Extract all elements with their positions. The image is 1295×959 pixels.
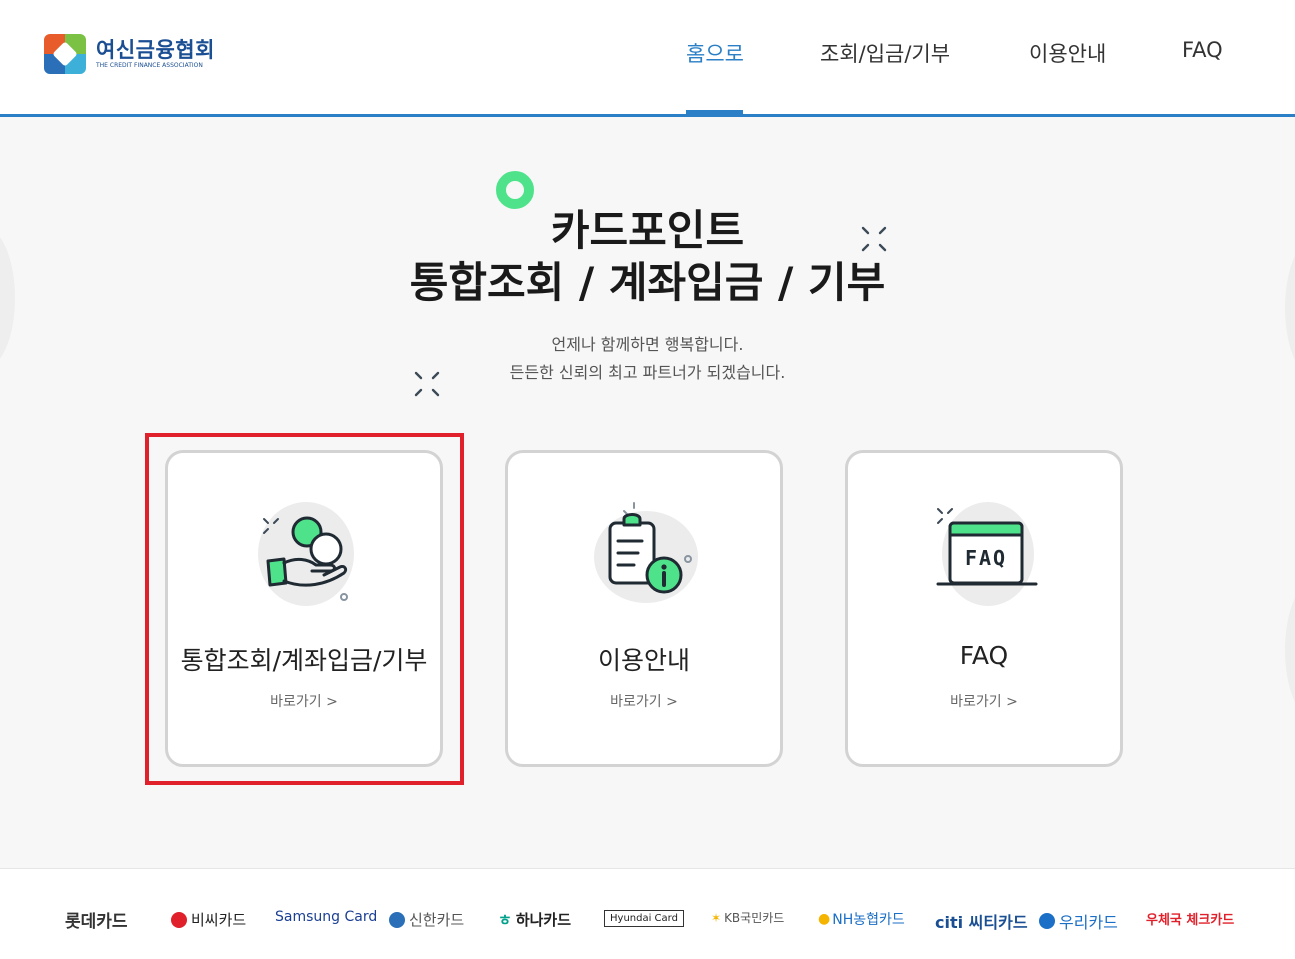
brand-citi-card[interactable]: citi 씨티카드	[935, 909, 1028, 933]
hero-subtitle-line1: 언제나 함께하면 행복합니다.	[551, 335, 744, 354]
site-header: 여신금융협회 THE CREDIT FINANCE ASSOCIATION 홈으…	[0, 0, 1295, 117]
brand-shinhan-card[interactable]: 신한카드	[389, 909, 464, 930]
woori-logo-icon	[1039, 913, 1055, 929]
brand-woori-card[interactable]: 우리카드	[1039, 909, 1118, 933]
logo-subtitle: THE CREDIT FINANCE ASSOCIATION	[96, 62, 203, 69]
hero-title-line2: 통합조회 / 계좌입금 / 기부	[409, 258, 886, 307]
nav-home[interactable]: 홈으로	[686, 38, 744, 68]
decor-right-circle-2	[1285, 580, 1295, 720]
kb-logo-icon: ✶	[711, 910, 722, 925]
card-guide[interactable]: 이용안내 바로가기 >	[505, 450, 783, 767]
svg-text:FAQ: FAQ	[965, 546, 1007, 570]
card-shortcut-link[interactable]: 바로가기 >	[848, 691, 1120, 711]
nh-logo-icon: ●	[818, 911, 831, 927]
nav-lookup-deposit-donate[interactable]: 조회/입금/기부	[820, 38, 950, 68]
brand-bc-card[interactable]: 비씨카드	[171, 909, 246, 930]
card-shortcut-link[interactable]: 바로가기 >	[508, 691, 780, 711]
nav-active-underline	[686, 110, 743, 114]
shinhan-logo-icon	[389, 911, 405, 928]
brand-hyundai-card[interactable]: Hyundai Card	[604, 910, 684, 927]
card-title: FAQ	[959, 641, 1009, 670]
brand-post-check-card[interactable]: 우체국 체크카드	[1146, 909, 1234, 928]
footer-brand-bar: 롯데카드 비씨카드 Samsung Card 신한카드 ㅎ 하나카드 Hyunda…	[0, 868, 1295, 959]
logo-title: 여신금융협회	[96, 38, 215, 62]
hana-logo-icon: ㅎ	[498, 911, 512, 929]
hero-title-line1: 카드포인트	[550, 206, 745, 255]
logo-mark-icon	[44, 34, 86, 74]
card-faq[interactable]: FAQ FAQ 바로가기 >	[845, 450, 1123, 767]
brand-nh-card[interactable]: ● NH농협카드	[818, 909, 905, 929]
brand-samsung-card[interactable]: Samsung Card	[275, 909, 377, 925]
faq-window-icon: FAQ	[936, 502, 1038, 606]
site-logo[interactable]: 여신금융협회 THE CREDIT FINANCE ASSOCIATION	[44, 34, 215, 74]
brand-lotte-card[interactable]: 롯데카드	[65, 907, 128, 932]
nav-guide[interactable]: 이용안내	[1029, 38, 1106, 68]
nav-faq[interactable]: FAQ	[1182, 38, 1223, 62]
brand-hana-card[interactable]: ㅎ 하나카드	[498, 909, 571, 930]
brand-kb-card[interactable]: ✶ KB국민카드	[711, 909, 784, 926]
hero-subtitle-line2: 든든한 신뢰의 최고 파트너가 되겠습니다.	[509, 363, 786, 382]
selection-highlight	[145, 433, 464, 785]
clipboard-info-icon	[594, 502, 698, 603]
card-title: 이용안내	[597, 646, 690, 675]
bc-logo-icon	[171, 911, 187, 928]
